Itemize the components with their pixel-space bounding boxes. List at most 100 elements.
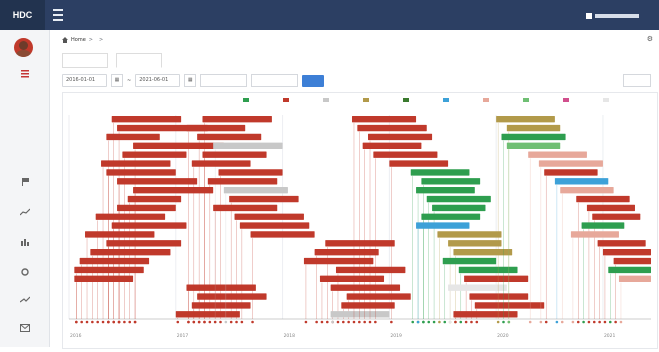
calendar-icon[interactable]: ▦ — [111, 74, 123, 87]
task-bar[interactable] — [581, 222, 625, 229]
task-bar[interactable] — [368, 133, 433, 141]
task-bar[interactable] — [229, 195, 299, 203]
task-bar[interactable] — [576, 195, 630, 203]
tab-2[interactable] — [116, 53, 162, 68]
task-bar[interactable] — [544, 169, 598, 176]
task-bar[interactable] — [341, 302, 395, 309]
task-bar[interactable] — [469, 293, 529, 300]
task-bar[interactable] — [464, 275, 529, 283]
task-bar[interactable] — [346, 293, 411, 300]
search-button[interactable] — [302, 74, 325, 87]
task-bar[interactable] — [501, 133, 566, 141]
task-bar[interactable] — [319, 275, 385, 283]
task-bar[interactable] — [127, 195, 182, 203]
task-bar[interactable] — [133, 142, 224, 149]
sidebar-subitem-3[interactable] — [0, 138, 49, 143]
sidebar-item-5[interactable] — [0, 176, 49, 206]
task-bar[interactable] — [234, 213, 304, 220]
task-bar[interactable] — [74, 266, 144, 274]
task-bar[interactable] — [602, 249, 651, 256]
sidebar-item-8[interactable] — [0, 266, 49, 296]
sidebar-item-6[interactable] — [0, 206, 49, 236]
task-bar[interactable] — [330, 311, 390, 318]
task-bar[interactable] — [613, 257, 651, 265]
sidebar-item-7[interactable] — [0, 236, 49, 266]
task-bar[interactable] — [303, 257, 374, 265]
task-bar[interactable] — [416, 186, 475, 194]
print-button[interactable] — [623, 74, 651, 87]
task-bar[interactable] — [133, 186, 214, 194]
task-bar[interactable] — [351, 116, 417, 123]
task-bar[interactable] — [592, 213, 641, 220]
task-bar[interactable] — [90, 249, 171, 256]
task-bar[interactable] — [202, 151, 267, 158]
hamburger-menu-icon[interactable] — [53, 9, 63, 21]
sidebar-item-9[interactable] — [0, 294, 49, 324]
task-bar[interactable] — [453, 311, 518, 318]
task-bar[interactable] — [554, 178, 609, 185]
task-bar[interactable] — [101, 160, 171, 167]
task-bar[interactable] — [85, 231, 155, 238]
task-bar[interactable] — [213, 204, 278, 212]
task-bar[interactable] — [95, 213, 166, 220]
sidebar-subitem-4[interactable] — [0, 158, 49, 163]
sidebar-subitem-1[interactable] — [0, 100, 49, 105]
task-bar[interactable] — [111, 222, 187, 229]
task-bar[interactable] — [426, 195, 491, 203]
task-bar[interactable] — [528, 151, 587, 158]
avatar[interactable] — [14, 38, 33, 57]
calendar-icon[interactable]: ▦ — [184, 74, 197, 87]
task-bar[interactable] — [325, 240, 395, 247]
task-bar[interactable] — [597, 240, 646, 247]
task-bar[interactable] — [202, 116, 272, 123]
task-bar[interactable] — [506, 124, 561, 132]
start-date-input[interactable]: 2016-01-01 — [62, 74, 107, 87]
task-bar[interactable] — [416, 222, 470, 229]
task-bar[interactable] — [111, 116, 182, 123]
task-bar[interactable] — [186, 284, 256, 291]
task-bar[interactable] — [175, 311, 240, 318]
sidebar-item-1[interactable] — [0, 68, 49, 98]
task-bar[interactable] — [442, 257, 497, 265]
task-bar[interactable] — [213, 142, 283, 149]
task-bar[interactable] — [432, 204, 486, 212]
task-bar[interactable] — [570, 231, 619, 238]
task-bar[interactable] — [79, 257, 150, 265]
task-bar[interactable] — [250, 231, 315, 238]
task-bar[interactable] — [362, 142, 422, 149]
task-bar[interactable] — [560, 186, 614, 194]
task-bar[interactable] — [586, 204, 635, 212]
task-bar[interactable] — [106, 133, 160, 141]
breadcrumb-home[interactable]: Home — [71, 37, 86, 43]
task-bar[interactable] — [239, 222, 310, 229]
task-bar[interactable] — [474, 302, 545, 309]
brand-logo[interactable]: HDC — [0, 0, 45, 30]
task-bar[interactable] — [74, 275, 134, 283]
task-bar[interactable] — [122, 151, 187, 158]
task-bar[interactable] — [389, 160, 449, 167]
task-bar[interactable] — [437, 231, 502, 238]
task-bar[interactable] — [218, 169, 283, 176]
task-bar[interactable] — [191, 160, 251, 167]
tab-1[interactable] — [62, 53, 108, 68]
filter-select-1[interactable] — [200, 74, 248, 87]
filter-select-2[interactable] — [251, 74, 299, 87]
task-bar[interactable] — [330, 284, 401, 291]
task-bar[interactable] — [618, 275, 651, 283]
task-bar[interactable] — [496, 116, 555, 123]
task-bar[interactable] — [357, 124, 427, 132]
task-bar[interactable] — [410, 169, 470, 176]
task-bar[interactable] — [608, 266, 651, 274]
task-bar[interactable] — [223, 186, 288, 194]
task-bar[interactable] — [421, 178, 481, 185]
task-bar[interactable] — [117, 204, 176, 212]
task-bar[interactable] — [197, 293, 267, 300]
task-bar[interactable] — [197, 133, 262, 141]
task-bar[interactable] — [421, 213, 481, 220]
task-bar[interactable] — [373, 151, 438, 158]
task-bar[interactable] — [106, 169, 176, 176]
task-bar[interactable] — [207, 178, 278, 185]
sidebar-subitem-2[interactable] — [0, 118, 49, 123]
task-bar[interactable] — [538, 160, 603, 167]
settings-gear-icon[interactable]: ⚙ — [647, 35, 653, 43]
